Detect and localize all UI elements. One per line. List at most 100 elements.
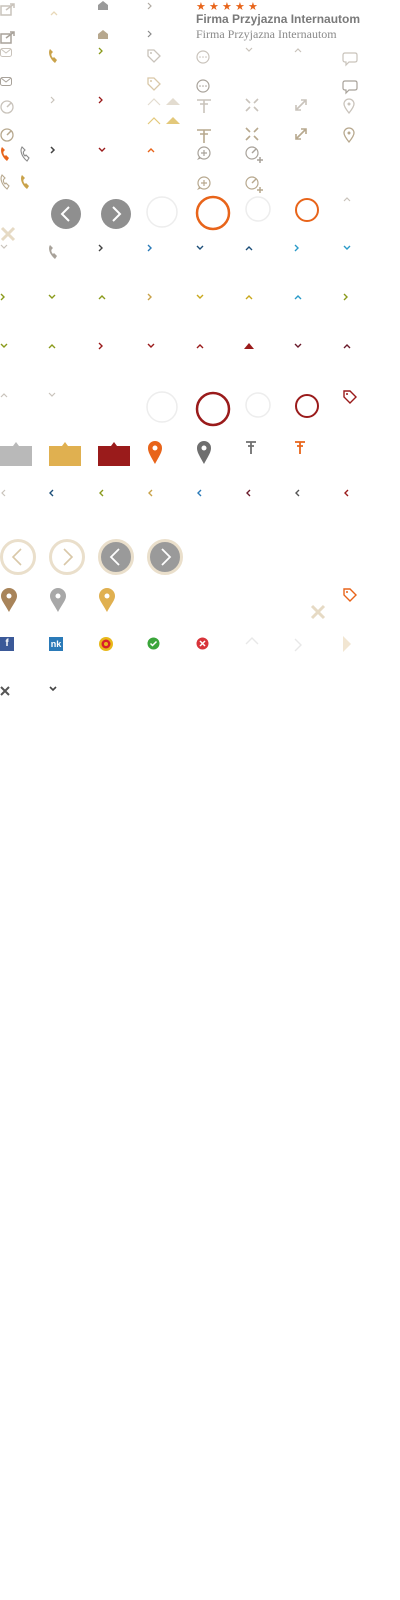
circle-outline xyxy=(295,198,319,222)
prev-circle-button[interactable] xyxy=(0,539,36,575)
tag-icon xyxy=(343,390,357,404)
chevron-down-icon xyxy=(48,294,56,299)
envelope-icon xyxy=(0,48,12,57)
home-icon xyxy=(98,30,108,39)
chevron-down-icon xyxy=(0,343,8,348)
more-icon xyxy=(196,79,210,93)
folder-tab[interactable] xyxy=(0,440,32,466)
share-icon xyxy=(0,31,15,44)
chevron-down-icon xyxy=(98,147,106,152)
check-icon xyxy=(147,637,160,650)
nk-icon[interactable]: nk xyxy=(49,637,63,651)
next-circle-button[interactable] xyxy=(147,539,183,575)
map-marker-icon xyxy=(197,441,211,464)
close-icon[interactable] xyxy=(0,226,16,242)
chevron-up-icon xyxy=(48,344,56,349)
facebook-icon[interactable]: f xyxy=(0,637,14,651)
next-circle-button[interactable] xyxy=(49,539,85,575)
circle-outline xyxy=(146,196,178,228)
add-comment-icon xyxy=(197,176,211,190)
chevron-left-icon xyxy=(1,489,6,497)
chevron-up-icon xyxy=(196,344,204,349)
circle-outline xyxy=(195,195,231,231)
chevron-up-icon xyxy=(245,295,253,300)
triangle-up-icon xyxy=(166,117,180,124)
chevron-down-icon xyxy=(343,245,351,250)
error-icon xyxy=(196,637,209,650)
chevron-up-icon xyxy=(343,344,351,349)
triangle-up-icon xyxy=(166,98,180,105)
star-icon: ★ xyxy=(235,0,245,13)
signpost-icon xyxy=(246,441,256,454)
tag-icon xyxy=(343,588,357,602)
share-icon xyxy=(0,3,15,16)
chevron-right-icon xyxy=(294,638,302,652)
star-icon: ★ xyxy=(222,0,232,13)
chevron-up-icon xyxy=(147,148,155,153)
star-icon: ★ xyxy=(196,0,206,13)
chevron-right-icon xyxy=(0,293,5,301)
chevron-down-icon xyxy=(245,47,253,52)
chevron-down-icon xyxy=(196,245,204,250)
next-circle-button[interactable] xyxy=(100,198,132,230)
chevron-left-icon xyxy=(344,489,349,497)
chevron-right-icon xyxy=(343,293,348,301)
chevron-left-icon xyxy=(295,489,300,497)
chevron-down-icon xyxy=(147,343,155,348)
chevron-down-icon xyxy=(196,294,204,299)
sun-badge-icon xyxy=(99,637,113,651)
circle-outline xyxy=(295,394,319,418)
close-icon[interactable] xyxy=(0,686,10,696)
map-marker-icon xyxy=(1,588,17,612)
chat-icon xyxy=(342,80,358,95)
add-comment-icon xyxy=(197,146,211,160)
chevron-left-icon xyxy=(99,489,104,497)
chevron-right-icon xyxy=(98,342,103,350)
chevron-right-icon xyxy=(147,293,152,301)
more-icon xyxy=(196,50,210,64)
signpost-icon xyxy=(197,129,211,143)
brand-title-sans: Firma Przyjazna Internautom xyxy=(196,12,361,26)
map-marker-icon xyxy=(148,441,162,464)
chevron-up-icon xyxy=(50,11,58,16)
signpost-icon xyxy=(295,441,305,454)
circle-outline xyxy=(245,392,271,418)
triangle-right-icon xyxy=(343,636,351,652)
tag-icon xyxy=(147,49,161,63)
prev-circle-button[interactable] xyxy=(50,198,82,230)
chevron-up-icon xyxy=(343,197,351,202)
triangle-up-icon xyxy=(244,343,254,349)
circle-outline xyxy=(146,391,178,423)
chevron-down-icon xyxy=(49,686,57,692)
chevron-right-icon xyxy=(98,244,103,252)
phone-icon xyxy=(49,49,57,63)
gauge-icon xyxy=(0,100,14,114)
close-icon[interactable] xyxy=(310,604,326,620)
tag-icon xyxy=(147,77,161,91)
chevron-down-icon xyxy=(0,244,8,249)
chevron-down-icon xyxy=(48,392,56,397)
chevron-up-icon xyxy=(294,295,302,300)
map-pin-icon xyxy=(343,98,355,115)
chevron-left-icon xyxy=(197,489,202,497)
chevron-up-icon xyxy=(294,48,302,53)
star-icon: ★ xyxy=(209,0,219,13)
chevron-left-icon xyxy=(49,489,54,497)
folder-tab[interactable] xyxy=(98,440,130,466)
chevron-right-icon xyxy=(50,96,55,104)
phone-icon xyxy=(1,147,9,161)
chevron-left-icon xyxy=(246,489,251,497)
map-marker-icon xyxy=(99,588,115,612)
brand-title-serif: Firma Przyjazna Internautom xyxy=(196,27,337,41)
collapse-icon xyxy=(245,98,259,112)
triangle-up-icon xyxy=(147,98,161,106)
signpost-icon xyxy=(197,99,211,113)
gauge-icon xyxy=(0,128,14,142)
star-icon: ★ xyxy=(248,0,258,13)
phone-icon xyxy=(20,146,30,162)
folder-tab[interactable] xyxy=(49,440,81,466)
expand-icon xyxy=(295,99,307,111)
chevron-right-icon xyxy=(98,47,103,55)
prev-circle-button[interactable] xyxy=(98,539,134,575)
map-marker-icon xyxy=(50,588,66,612)
